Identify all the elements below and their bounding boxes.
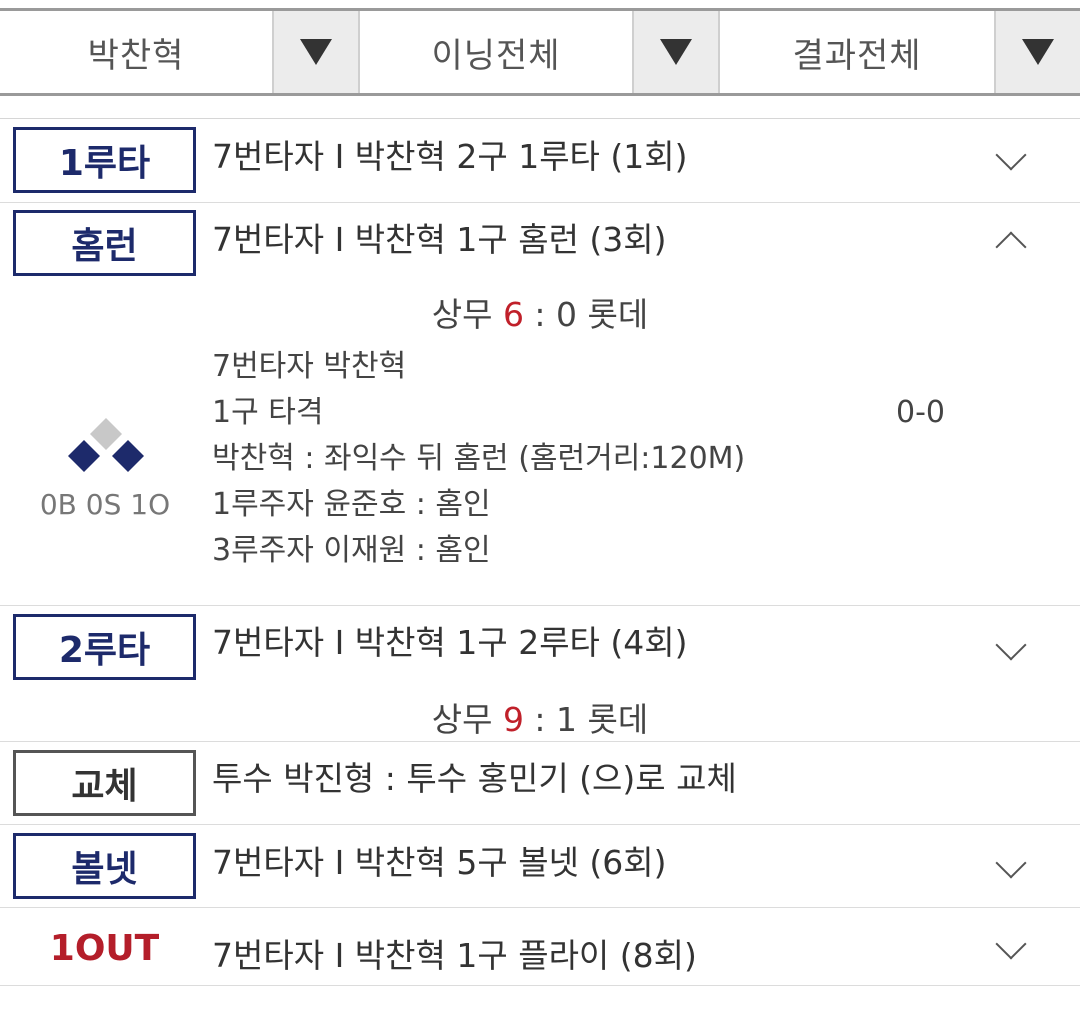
chevron-down-icon[interactable] [995,139,1027,171]
filter-bar: 박찬혁 이닝전체 결과전체 [0,8,1080,96]
inning-filter-label[interactable]: 이닝전체 [360,11,632,93]
divider [0,741,1080,742]
home-score: 9 [502,700,524,739]
event-text: 7번타자 I 박찬혁 5구 볼넷 (6회) [212,843,667,882]
detail-line: 박찬혁 : 좌익수 뒤 홈런 (홈런거리:120M) [212,441,746,476]
away-score: 1 [556,700,578,739]
third-base-icon [68,440,100,472]
divider [0,605,1080,606]
result-filter-dropdown-button[interactable] [994,11,1080,93]
chevron-up-icon[interactable] [995,231,1027,263]
score-line: 상무 9 : 1 롯데 [0,693,1080,741]
divider [0,985,1080,986]
player-filter-label[interactable]: 박찬혁 [0,11,272,93]
score-separator: : [523,700,557,739]
away-team: 롯데 [587,700,649,739]
event-badge: 2루타 [13,614,196,680]
result-filter-label[interactable]: 결과전체 [720,11,994,93]
away-score: 0 [556,295,578,334]
event-text: 7번타자 I 박찬혁 1구 플라이 (8회) [212,936,697,975]
chevron-down-icon[interactable] [995,847,1027,879]
event-text: 7번타자 I 박찬혁 1구 2루타 (4회) [212,623,688,662]
detail-line: 1구 타격 [212,395,324,430]
player-filter-dropdown-button[interactable] [272,11,358,93]
first-base-icon [112,440,144,472]
triangle-down-icon [660,39,692,65]
chevron-down-icon[interactable] [995,928,1027,960]
triangle-down-icon [300,39,332,65]
inning-filter-dropdown-button[interactable] [632,11,718,93]
event-text: 7번타자 I 박찬혁 2구 1루타 (1회) [212,137,688,176]
event-badge: 볼넷 [13,833,196,899]
play-detail: 7번타자 박찬혁 1구 타격 박찬혁 : 좌익수 뒤 홈런 (홈런거리:120M… [212,344,745,574]
detail-line: 7번타자 박찬혁 [212,349,407,384]
event-badge: 홈런 [13,210,196,276]
result-filter[interactable]: 결과전체 [720,11,1080,93]
chevron-down-icon[interactable] [995,629,1027,661]
divider [0,824,1080,825]
pitch-count: 0-0 [896,395,945,430]
detail-line: 1루주자 윤준호 : 홈인 [212,487,491,522]
ball-strike-out-count: 0B 0S 1O [39,488,171,521]
score-line: 상무 6 : 0 롯데 [0,288,1080,336]
event-text: 7번타자 I 박찬혁 1구 홈런 (3회) [212,220,667,259]
player-filter[interactable]: 박찬혁 [0,11,360,93]
second-base-icon [90,418,122,450]
home-score: 6 [502,295,524,334]
triangle-down-icon [1022,39,1054,65]
away-team: 롯데 [587,295,649,334]
event-badge: 1루타 [13,127,196,193]
divider [0,202,1080,203]
event-badge: 교체 [13,750,196,816]
event-text: 투수 박진형 : 투수 홍민기 (으)로 교체 [212,759,737,798]
bases-diamond-icon [68,418,144,472]
score-separator: : [523,295,557,334]
home-team: 상무 [431,295,493,334]
home-team: 상무 [431,700,493,739]
inning-filter[interactable]: 이닝전체 [360,11,720,93]
detail-line: 3루주자 이재원 : 홈인 [212,533,491,568]
event-badge: 1OUT [49,928,160,969]
divider [0,907,1080,908]
divider [0,118,1080,119]
